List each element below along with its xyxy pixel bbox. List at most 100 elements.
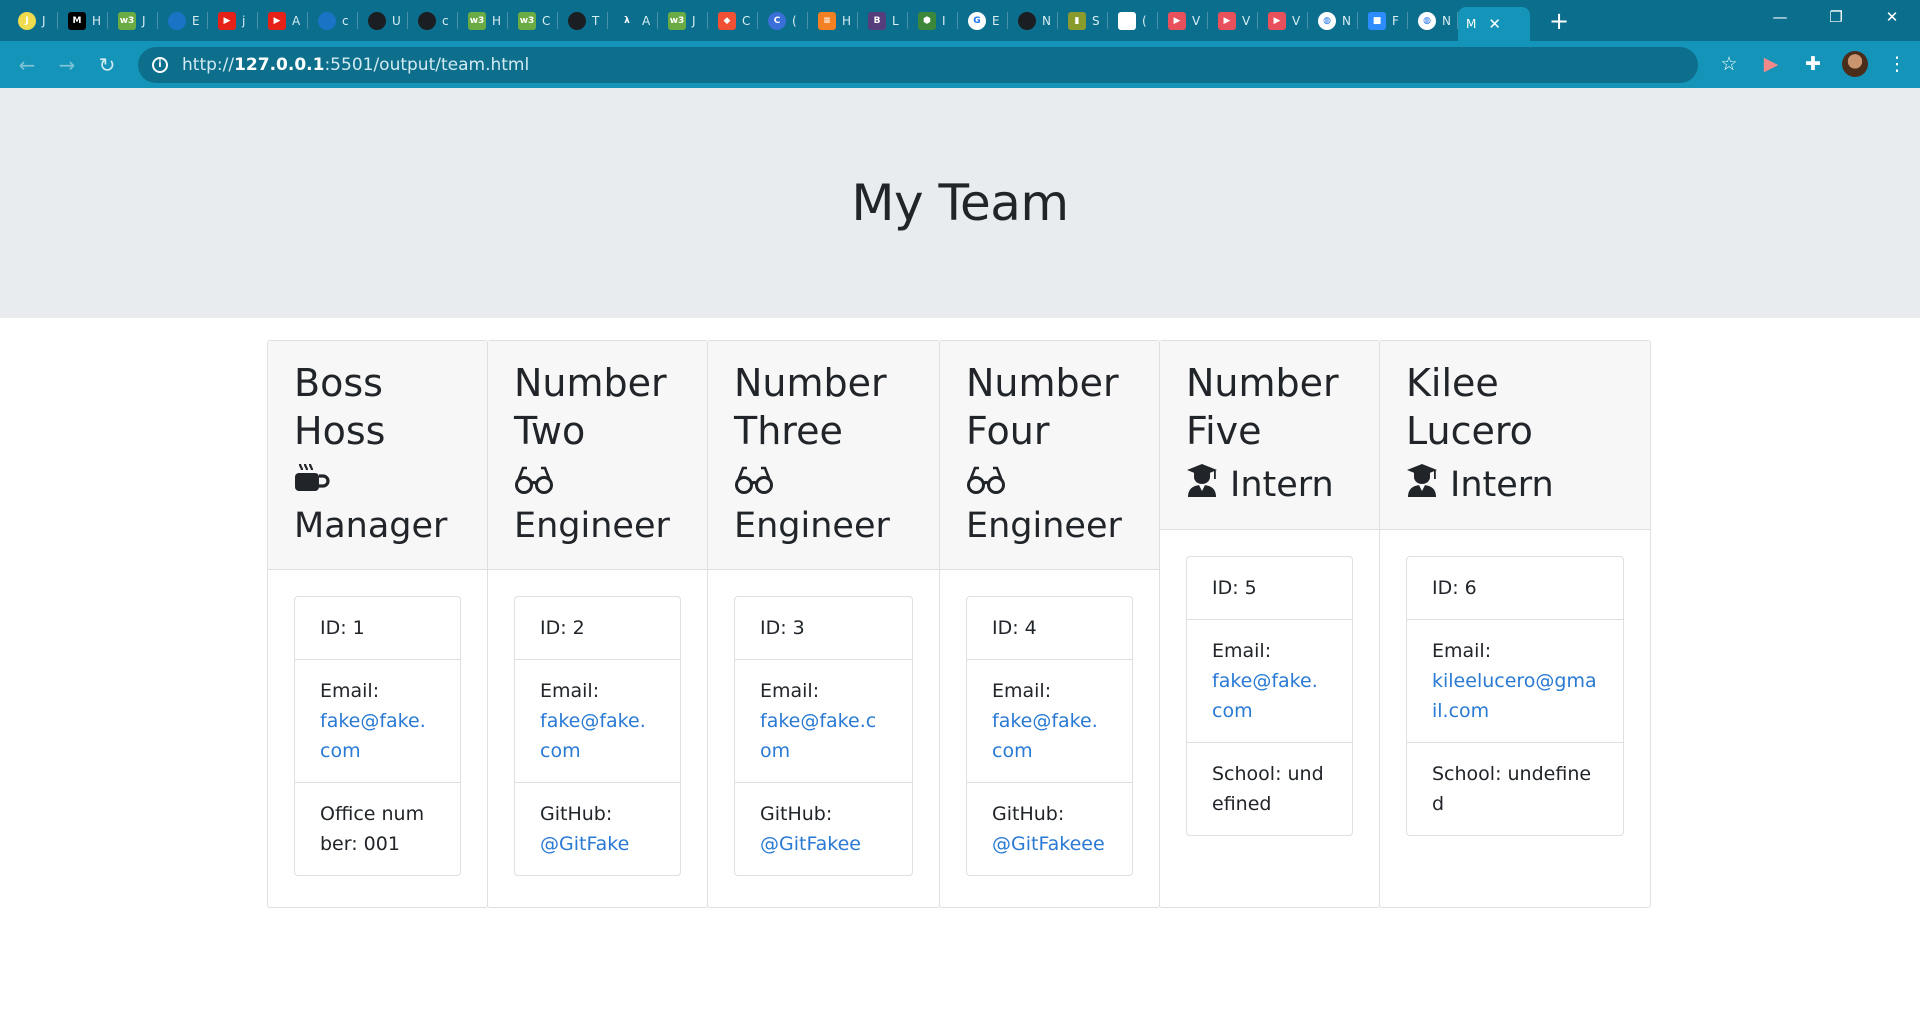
address-bar[interactable]: i http://127.0.0.1:5501/output/team.html (138, 46, 1698, 83)
email-link[interactable]: fake@fake.com (992, 710, 1098, 762)
employee-id: ID: 5 (1187, 557, 1352, 620)
tab-title: I (942, 13, 946, 28)
tab-title: H (492, 13, 502, 28)
minimize-icon[interactable]: — (1752, 0, 1808, 34)
email-label: Email: (1432, 640, 1492, 662)
new-tab-button[interactable]: + (1542, 4, 1576, 38)
employee-email: Email: fake@fake.com (967, 660, 1132, 783)
tab-active[interactable]: M ✕ (1458, 7, 1530, 41)
browser-tab[interactable]: GE (958, 0, 1008, 41)
email-link[interactable]: fake@fake.com (1212, 670, 1318, 722)
browser-tab[interactable]: ◆ C (708, 0, 758, 41)
card-header: Kilee Lucero Intern (1380, 341, 1650, 530)
card-body: ID: 1 Email: fake@fake.com Office number… (268, 570, 487, 902)
close-tab-icon[interactable]: ✕ (1488, 15, 1501, 33)
employee-name: Number Four (966, 361, 1119, 453)
restore-icon[interactable]: ❐ (1808, 0, 1864, 34)
browser-tab[interactable]: c (308, 0, 358, 41)
menu-kebab-icon[interactable]: ⋮ (1884, 47, 1910, 81)
tab-title: A (292, 13, 301, 28)
employee-card: Kilee Lucero Intern ID: 6 Email: kileelu… (1379, 340, 1651, 908)
role-label: Manager (294, 506, 448, 546)
window-controls: — ❐ ✕ (1752, 0, 1920, 41)
browser-tab[interactable]: ▮ S (1058, 0, 1108, 41)
email-link[interactable]: fake@fake.com (320, 710, 426, 762)
details-list: ID: 6 Email: kileelucero@gmail.com Schoo… (1406, 556, 1624, 836)
c-icon: C (768, 11, 786, 30)
browser-tab[interactable]: N (1008, 0, 1058, 41)
card-body: ID: 3 Email: fake@fake.com GitHub: @GitFa… (708, 570, 939, 902)
github-link[interactable]: @GitFake (540, 833, 629, 855)
forward-arrow-icon[interactable]: → (50, 48, 84, 82)
browser-tab[interactable]: ▶ A (258, 0, 308, 41)
browser-tab[interactable]: ◍ N (1308, 0, 1358, 41)
extension-video-icon[interactable]: ▶ (1758, 47, 1784, 81)
details-list: ID: 4 Email: fake@fake.com GitHub: @GitFa… (966, 596, 1133, 876)
youtube-icon: ▶ (268, 11, 286, 30)
browser-tab[interactable]: T (558, 0, 608, 41)
browser-tab[interactable]: E (158, 0, 208, 41)
tab-active-title: M (1466, 17, 1477, 31)
github-link[interactable]: @GitFakee (760, 833, 861, 855)
browser-tab[interactable]: MH (58, 0, 108, 41)
browser-tab[interactable]: ▶ j (208, 0, 258, 41)
browser-tab[interactable]: w3 C (508, 0, 558, 41)
browser-tab[interactable]: c (408, 0, 458, 41)
browser-tab[interactable]: ▶ V (1158, 0, 1208, 41)
email-link[interactable]: kileelucero@gmail.com (1432, 670, 1597, 722)
browser-tab[interactable]: ▶ V (1258, 0, 1308, 41)
browser-tab[interactable]: U (358, 0, 408, 41)
edge-icon (168, 11, 186, 30)
url-text[interactable]: http://127.0.0.1:5501/output/team.html (182, 55, 529, 75)
reload-icon[interactable]: ↻ (90, 48, 124, 82)
github-icon (368, 11, 386, 30)
node-icon: ⬢ (918, 11, 936, 30)
card-header: Boss Hoss Manager (268, 341, 487, 570)
zoom-icon: ■ (1368, 11, 1386, 30)
graduate-icon (1186, 463, 1218, 507)
employee-card: Number Four Engineer ID: 4 Email: fake@f… (939, 340, 1160, 908)
email-link[interactable]: fake@fake.com (760, 710, 876, 762)
email-label: Email: (992, 680, 1052, 702)
role-label: Intern (1230, 465, 1334, 505)
browser-tab[interactable]: ≡ H (808, 0, 858, 41)
browser-tab[interactable]: ⬢ I (908, 0, 958, 41)
stackoverflow-icon: ≡ (818, 11, 836, 30)
browser-tab[interactable]: ◍ N (1408, 0, 1458, 41)
browser-tab[interactable]: λA (608, 0, 658, 41)
tab-title: E (192, 13, 200, 28)
browser-tab[interactable]: ( (1108, 0, 1158, 41)
extensions-puzzle-icon[interactable]: ✚ (1800, 47, 1826, 81)
github-icon (1018, 11, 1036, 30)
tab-title: J (42, 13, 46, 28)
tab-list: J J M Hw3 J E ▶ j ▶ Ac Uc w3 Hw3 C Tλ Aw3 J ◆ C C(≡ H B L ⬢ I G E N… (8, 0, 1458, 41)
browser-tab[interactable]: w3 H (458, 0, 508, 41)
employee-name: Number Three (734, 361, 887, 453)
browser-tab[interactable]: ▶ V (1208, 0, 1258, 41)
browser-tab[interactable]: w3 J (658, 0, 708, 41)
edge-icon (318, 11, 336, 30)
email-link[interactable]: fake@fake.com (540, 710, 646, 762)
card-body: ID: 4 Email: fake@fake.com GitHub: @GitFa… (940, 570, 1159, 902)
close-window-icon[interactable]: ✕ (1864, 0, 1920, 34)
employee-card: Number Two Engineer ID: 2 Email: fake@fa… (487, 340, 708, 908)
tab-title: U (392, 13, 401, 28)
employee-name: Boss Hoss (294, 361, 386, 453)
medium-icon: M (68, 11, 86, 30)
browser-tab[interactable]: JJ (8, 0, 58, 41)
employee-extra: School: undefined (1407, 743, 1623, 835)
browser-tab[interactable]: BL (858, 0, 908, 41)
graduate-icon (1406, 463, 1438, 507)
back-arrow-icon[interactable]: ← (10, 48, 44, 82)
card-body: ID: 6 Email: kileelucero@gmail.com Schoo… (1380, 530, 1650, 862)
browser-tab[interactable]: w3 J (108, 0, 158, 41)
employee-id: ID: 6 (1407, 557, 1623, 620)
tab-title: H (92, 13, 102, 28)
browser-tab[interactable]: ■ F (1358, 0, 1408, 41)
browser-tab[interactable]: C( (758, 0, 808, 41)
employee-extra: Office number: 001 (295, 783, 460, 875)
bookmark-star-icon[interactable]: ☆ (1716, 47, 1742, 81)
profile-avatar[interactable] (1842, 51, 1868, 77)
info-icon[interactable]: i (152, 56, 168, 73)
github-link[interactable]: @GitFakeee (992, 833, 1105, 855)
